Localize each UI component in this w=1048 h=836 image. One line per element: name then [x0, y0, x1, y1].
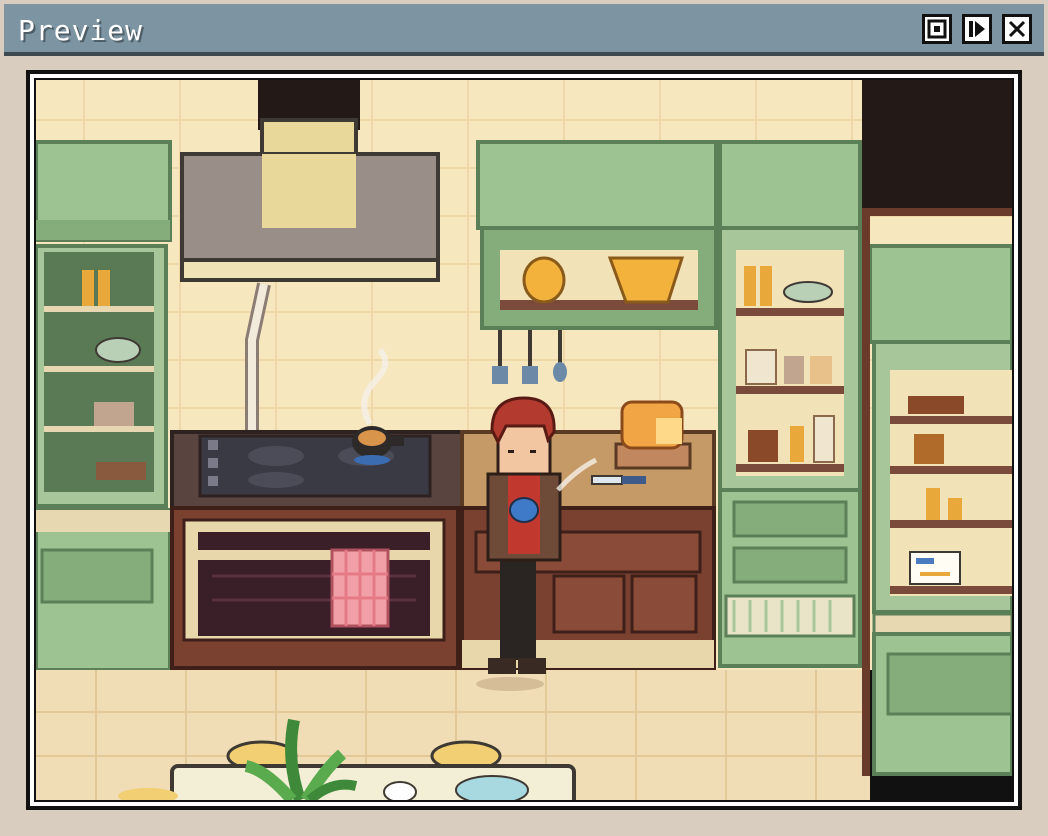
upper-cabinet — [476, 140, 718, 230]
fullscreen-button[interactable] — [922, 14, 952, 44]
close-icon — [1008, 20, 1026, 38]
mug — [509, 497, 539, 523]
right-cabinet-top — [868, 244, 1012, 344]
preview-window: Preview — [0, 0, 1048, 836]
window-title: Preview — [18, 14, 144, 47]
honey-jar — [522, 256, 566, 304]
bread-loaf[interactable] — [614, 400, 692, 470]
recipe-card[interactable] — [909, 551, 961, 585]
title-bar[interactable]: Preview — [4, 4, 1044, 56]
dark-doorway — [862, 80, 1012, 208]
fullscreen-icon — [927, 19, 947, 39]
knife[interactable] — [591, 475, 646, 485]
play-icon — [969, 21, 985, 37]
tall-cabinet-top — [718, 140, 862, 230]
play-button[interactable] — [962, 14, 992, 44]
pink-towel — [330, 548, 390, 628]
close-button[interactable] — [1002, 14, 1032, 44]
game-scene[interactable] — [36, 80, 1012, 800]
